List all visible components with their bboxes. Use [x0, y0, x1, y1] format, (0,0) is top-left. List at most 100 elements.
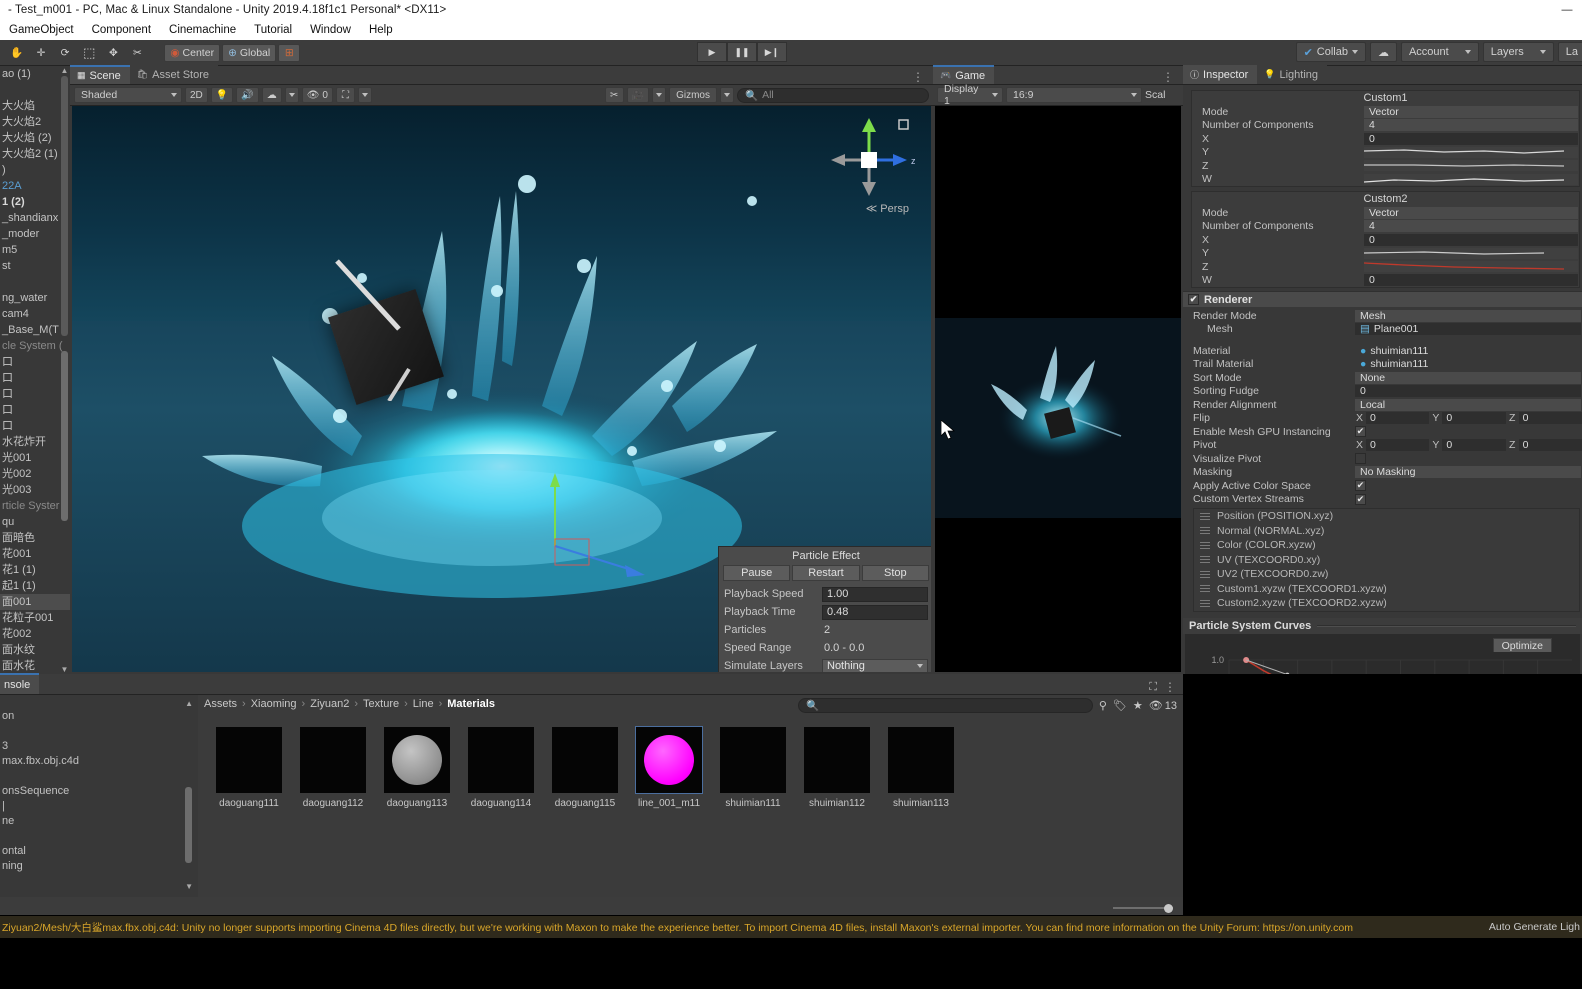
- scene-search-input[interactable]: 🔍 All: [737, 87, 929, 103]
- hierarchy-item[interactable]: 光003: [0, 482, 70, 498]
- snap-toggle-button[interactable]: ⊞: [278, 43, 301, 62]
- rect-tool-icon[interactable]: ⬚: [78, 43, 101, 62]
- custom1-w-curve[interactable]: [1364, 173, 1578, 185]
- hierarchy-item[interactable]: 起1 (1): [0, 578, 70, 594]
- scene-camera-settings-icon[interactable]: ⛶: [335, 87, 355, 103]
- scene-options-icon[interactable]: ⋮: [912, 70, 933, 84]
- pivot-y-input[interactable]: 0: [1442, 439, 1506, 452]
- renderer-header[interactable]: ✔ Renderer: [1183, 291, 1582, 307]
- aspect-dropdown[interactable]: 16:9: [1006, 87, 1142, 103]
- scene-tools-icon[interactable]: ✂: [604, 87, 624, 103]
- project-tree-list[interactable]: on 3 max.fbx.obj.c4d onsSequence | ne ontal nin…: [0, 695, 196, 874]
- hierarchy-item[interactable]: 光001: [0, 450, 70, 466]
- hierarchy-item[interactable]: _Base_M(T: [0, 322, 70, 338]
- project-tree-item[interactable]: |: [0, 799, 196, 814]
- hierarchy-item[interactable]: 光002: [0, 466, 70, 482]
- sorting-fudge-value[interactable]: 0: [1355, 385, 1581, 398]
- menu-item-help[interactable]: Help: [360, 20, 402, 40]
- hand-tool-icon[interactable]: ✋: [5, 43, 29, 62]
- vertex-stream-item[interactable]: Position (POSITION.xyz): [1194, 509, 1579, 524]
- project-tree-item[interactable]: ning: [0, 859, 196, 874]
- project-tree-item[interactable]: on: [0, 709, 196, 724]
- project-options-icon[interactable]: ⋮: [1164, 680, 1177, 694]
- hierarchy-item[interactable]: 口: [0, 354, 70, 370]
- step-button[interactable]: ▶❙: [757, 42, 787, 62]
- hierarchy-scrollbar-top[interactable]: [61, 76, 68, 336]
- thumbnail-size-slider-knob[interactable]: [1164, 904, 1173, 913]
- scroll-up-arrow-icon[interactable]: ▲: [60, 66, 69, 75]
- hierarchy-item[interactable]: qu: [0, 514, 70, 530]
- hierarchy-item[interactable]: 花001: [0, 546, 70, 562]
- hierarchy-item[interactable]: _shandianx: [0, 210, 70, 226]
- custom1-z-curve[interactable]: [1364, 160, 1578, 172]
- scale-tool-icon[interactable]: ✥: [102, 43, 125, 62]
- project-tree-item[interactable]: [0, 769, 196, 784]
- drag-handle-icon[interactable]: [1200, 541, 1210, 549]
- custom2-mode-value[interactable]: Vector: [1364, 206, 1578, 219]
- scene-fx-icon[interactable]: ☁: [261, 87, 282, 103]
- breadcrumb-item[interactable]: Xiaoming: [251, 698, 297, 710]
- hierarchy-item[interactable]: 花002: [0, 626, 70, 642]
- collab-button[interactable]: ✔ Collab: [1295, 42, 1366, 62]
- game-viewport-preview[interactable]: [935, 318, 1181, 518]
- asset-item[interactable]: line_001_m11: [635, 726, 703, 809]
- render-alignment-value[interactable]: Local: [1355, 398, 1581, 411]
- tab-console[interactable]: nsole: [0, 673, 40, 694]
- hierarchy-item[interactable]: 花1 (1): [0, 562, 70, 578]
- hierarchy-item[interactable]: 口: [0, 370, 70, 386]
- custom2-components-value[interactable]: 4: [1364, 220, 1578, 233]
- menu-item-tutorial[interactable]: Tutorial: [245, 20, 301, 40]
- pivot-mode-button[interactable]: ◉ Center: [164, 43, 221, 62]
- hierarchy-item[interactable]: 口: [0, 418, 70, 434]
- hierarchy-item[interactable]: 花粒子001: [0, 610, 70, 626]
- vertex-stream-item[interactable]: UV (TEXCOORD0.xy): [1194, 553, 1579, 568]
- project-tree[interactable]: on 3 max.fbx.obj.c4d onsSequence | ne ontal nin…: [0, 695, 196, 915]
- asset-item[interactable]: daoguang114: [468, 727, 534, 809]
- scene-fx-dropdown[interactable]: [284, 87, 299, 103]
- project-tree-item[interactable]: ontal: [0, 844, 196, 859]
- playback-speed-input[interactable]: 1.00: [822, 586, 928, 602]
- custom2-x-value[interactable]: 0: [1364, 233, 1578, 246]
- account-button[interactable]: Account: [1400, 42, 1479, 62]
- asset-item[interactable]: daoguang115: [552, 727, 618, 809]
- hierarchy-item[interactable]: m5: [0, 242, 70, 258]
- menu-item-component[interactable]: Component: [83, 20, 160, 40]
- hierarchy-item[interactable]: ): [0, 162, 70, 178]
- shading-mode-dropdown[interactable]: Shaded: [74, 87, 182, 103]
- drag-handle-icon[interactable]: [1200, 570, 1210, 578]
- toggle-2d-button[interactable]: 2D: [185, 87, 208, 103]
- rotate-tool-icon[interactable]: ⟳: [54, 43, 77, 62]
- status-bar[interactable]: Ziyuan2/Mesh/大白鲨max.fbx.obj.c4d: Unity n…: [0, 916, 1582, 938]
- asset-grid[interactable]: daoguang111 daoguang112 daoguang113 daoguan…: [198, 713, 1183, 809]
- display-dropdown[interactable]: Display 1: [937, 83, 1003, 107]
- hierarchy-item[interactable]: 大火焰 (2): [0, 130, 70, 146]
- hierarchy-item[interactable]: 面暗色: [0, 530, 70, 546]
- game-options-icon[interactable]: ⋮: [1162, 70, 1183, 84]
- scene-camera-dropdown[interactable]: [357, 87, 372, 103]
- vertex-stream-item[interactable]: Custom1.xyzw (TEXCOORD1.xyzw): [1194, 582, 1579, 597]
- minimize-button[interactable]: —: [1552, 0, 1582, 20]
- drag-handle-icon[interactable]: [1200, 585, 1210, 593]
- hierarchy-item[interactable]: [0, 274, 70, 290]
- checkbox-icon[interactable]: ✔: [1355, 493, 1366, 505]
- vertex-stream-item[interactable]: UV2 (TEXCOORD0.zw): [1194, 567, 1579, 582]
- pause-particle-button[interactable]: Pause: [723, 565, 791, 581]
- hierarchy-scrollbar[interactable]: [61, 351, 68, 521]
- game-viewport-bottom[interactable]: [935, 518, 1181, 672]
- gizmos-dropdown[interactable]: [720, 87, 734, 103]
- pivot-x-input[interactable]: 0: [1366, 439, 1430, 452]
- vertex-stream-item[interactable]: Color (COLOR.xyzw): [1194, 538, 1579, 553]
- breadcrumb-item[interactable]: Materials: [447, 698, 495, 710]
- pivot-z-input[interactable]: 0: [1518, 439, 1582, 452]
- sort-mode-value[interactable]: None: [1355, 371, 1581, 384]
- breadcrumb-item[interactable]: Line: [413, 698, 434, 710]
- tab-asset-store[interactable]: 🛍 Asset Store: [129, 65, 219, 84]
- hierarchy-item[interactable]: 22A: [0, 178, 70, 194]
- checkbox-icon[interactable]: ✔: [1188, 294, 1199, 305]
- custom1-components-value[interactable]: 4: [1364, 119, 1578, 132]
- maximize-panel-icon[interactable]: ⛶: [1149, 681, 1157, 694]
- flip-x-input[interactable]: 0: [1366, 412, 1430, 425]
- layout-button[interactable]: La: [1557, 42, 1582, 62]
- pause-button[interactable]: ❚❚: [727, 42, 757, 62]
- custom1-y-curve[interactable]: [1364, 146, 1578, 158]
